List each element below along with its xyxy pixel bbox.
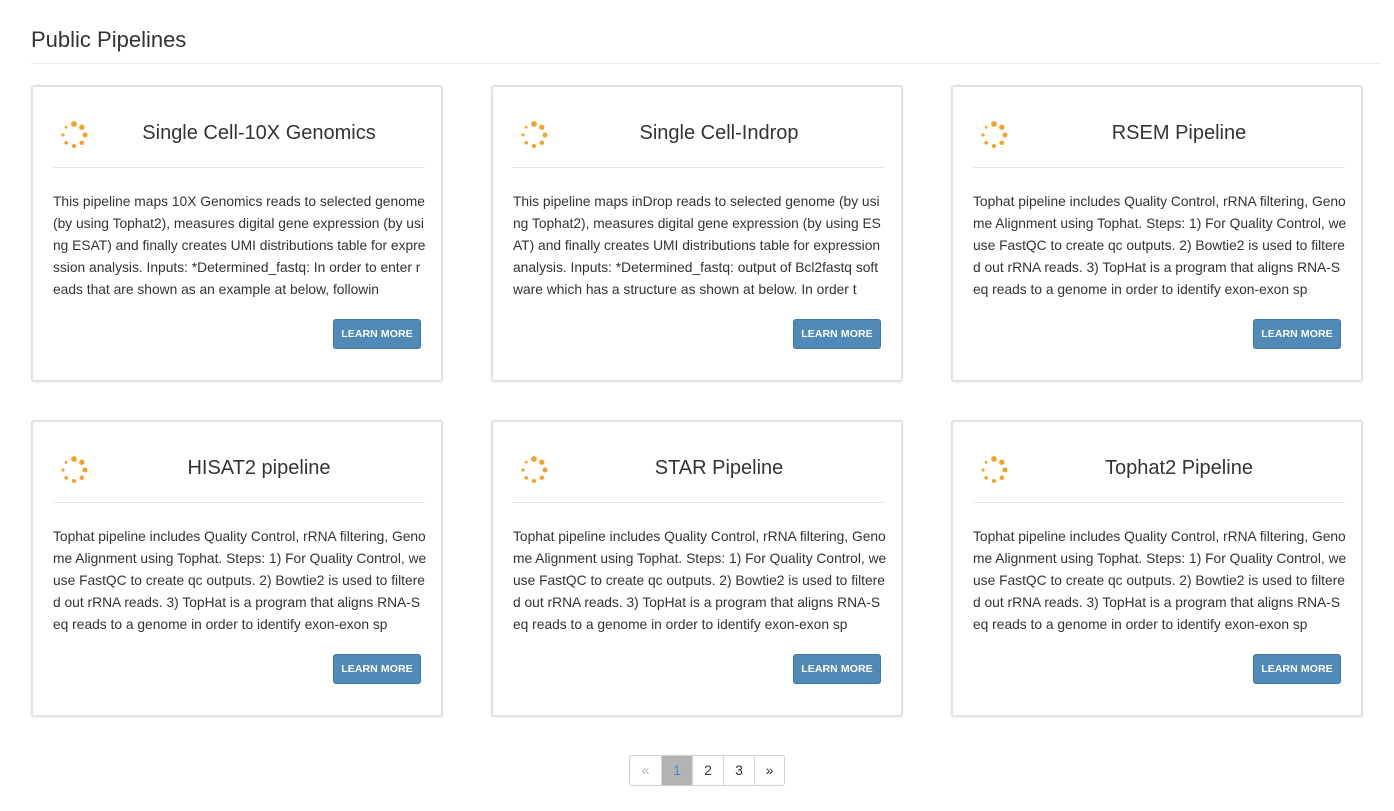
card-description: This pipeline maps 10X Genomics reads to… bbox=[53, 194, 426, 297]
spinner-dot bbox=[531, 143, 537, 149]
spinner-dot bbox=[71, 456, 77, 462]
pagination-prev[interactable]: « bbox=[630, 756, 661, 785]
learn-more-button[interactable]: LEARN MORE bbox=[333, 319, 421, 349]
pagination-page-3[interactable]: 3 bbox=[723, 756, 754, 785]
spinner-dot bbox=[999, 124, 1005, 130]
spinner-dot bbox=[521, 468, 525, 472]
page-title: Public Pipelines bbox=[31, 27, 187, 52]
spinner-dot bbox=[79, 140, 85, 146]
spinner-dot bbox=[79, 459, 85, 465]
pipeline-card: HISAT2 pipeline Tophat pipeline includes… bbox=[31, 420, 443, 717]
spinner-dot bbox=[64, 460, 68, 464]
spinner-icon-graphic bbox=[981, 456, 1008, 484]
card-title[interactable]: STAR Pipeline bbox=[553, 455, 885, 481]
spinner-icon bbox=[979, 120, 1009, 150]
pipeline-card: RSEM Pipeline Tophat pipeline includes Q… bbox=[951, 85, 1363, 382]
spinner-dot bbox=[71, 121, 77, 127]
spinner-icon bbox=[979, 455, 1009, 485]
title-divider bbox=[31, 63, 1381, 64]
spinner-dot bbox=[542, 467, 548, 473]
pipeline-card: STAR Pipeline Tophat pipeline includes Q… bbox=[491, 420, 903, 717]
spinner-dot bbox=[82, 467, 88, 473]
card-header: RSEM Pipeline bbox=[973, 113, 1345, 168]
spinner-dot bbox=[539, 459, 545, 465]
card-title[interactable]: HISAT2 pipeline bbox=[93, 455, 425, 481]
spinner-icon bbox=[59, 455, 89, 485]
learn-more-button[interactable]: LEARN MORE bbox=[793, 319, 881, 349]
pagination-page-1[interactable]: 1 bbox=[661, 756, 692, 785]
spinner-dot bbox=[981, 468, 985, 472]
pagination-next[interactable]: » bbox=[754, 756, 784, 785]
spinner-dot bbox=[64, 125, 68, 129]
card-description: Tophat pipeline includes Quality Control… bbox=[973, 529, 1347, 632]
learn-more-button[interactable]: LEARN MORE bbox=[793, 654, 881, 684]
learn-more-button[interactable]: LEARN MORE bbox=[1253, 319, 1341, 349]
spinner-dot bbox=[524, 460, 528, 464]
page: Public Pipelines Single Cell-10X Genomic… bbox=[0, 0, 1394, 811]
pagination-page-2[interactable]: 2 bbox=[692, 756, 723, 785]
pipeline-card: Single Cell-Indrop This pipeline maps in… bbox=[491, 85, 903, 382]
spinner-dot bbox=[524, 140, 529, 145]
spinner-dot bbox=[531, 456, 537, 462]
spinner-dot bbox=[71, 478, 77, 484]
spinner-dot bbox=[991, 121, 997, 127]
spinner-dot bbox=[64, 475, 69, 480]
pagination: « 1 2 3 » bbox=[629, 755, 785, 786]
learn-more-button[interactable]: LEARN MORE bbox=[1253, 654, 1341, 684]
spinner-dot bbox=[984, 475, 989, 480]
spinner-dot bbox=[542, 132, 548, 138]
card-description: This pipeline maps inDrop reads to selec… bbox=[513, 194, 881, 297]
card-description: Tophat pipeline includes Quality Control… bbox=[53, 529, 427, 632]
spinner-dot bbox=[524, 125, 528, 129]
spinner-dot bbox=[61, 133, 65, 137]
card-header: STAR Pipeline bbox=[513, 448, 885, 503]
spinner-icon-graphic bbox=[521, 121, 548, 149]
spinner-dot bbox=[71, 143, 77, 149]
card-title[interactable]: Single Cell-Indrop bbox=[553, 120, 885, 146]
card-title[interactable]: Single Cell-10X Genomics bbox=[93, 120, 425, 146]
pipeline-card: Tophat2 Pipeline Tophat pipeline include… bbox=[951, 420, 1363, 717]
spinner-icon-graphic bbox=[981, 121, 1008, 149]
spinner-dot bbox=[531, 121, 537, 127]
spinner-dot bbox=[1002, 467, 1008, 473]
spinner-dot bbox=[999, 140, 1005, 146]
card-title[interactable]: RSEM Pipeline bbox=[1013, 120, 1345, 146]
spinner-dot bbox=[82, 132, 88, 138]
spinner-dot bbox=[64, 140, 69, 145]
spinner-dot bbox=[61, 468, 65, 472]
spinner-dot bbox=[521, 133, 525, 137]
card-title[interactable]: Tophat2 Pipeline bbox=[1013, 455, 1345, 481]
spinner-dot bbox=[984, 140, 989, 145]
spinner-dot bbox=[999, 459, 1005, 465]
spinner-dot bbox=[981, 133, 985, 137]
spinner-dot bbox=[984, 125, 988, 129]
spinner-dot bbox=[531, 478, 537, 484]
card-header: HISAT2 pipeline bbox=[53, 448, 425, 503]
spinner-icon-graphic bbox=[521, 456, 548, 484]
spinner-dot bbox=[539, 475, 545, 481]
spinner-icon bbox=[59, 120, 89, 150]
card-header: Single Cell-Indrop bbox=[513, 113, 885, 168]
spinner-dot bbox=[999, 475, 1005, 481]
pipeline-card: Single Cell-10X Genomics This pipeline m… bbox=[31, 85, 443, 382]
spinner-icon bbox=[519, 455, 549, 485]
spinner-dot bbox=[79, 124, 85, 130]
spinner-dot bbox=[984, 460, 988, 464]
spinner-dot bbox=[991, 143, 997, 149]
card-header: Single Cell-10X Genomics bbox=[53, 113, 425, 168]
spinner-dot bbox=[524, 475, 529, 480]
card-description: Tophat pipeline includes Quality Control… bbox=[973, 194, 1347, 297]
spinner-dot bbox=[79, 475, 85, 481]
spinner-dot bbox=[991, 456, 997, 462]
spinner-dot bbox=[539, 124, 545, 130]
spinner-dot bbox=[1002, 132, 1008, 138]
card-header: Tophat2 Pipeline bbox=[973, 448, 1345, 503]
spinner-dot bbox=[991, 478, 997, 484]
spinner-icon-graphic bbox=[61, 121, 88, 149]
learn-more-button[interactable]: LEARN MORE bbox=[333, 654, 421, 684]
spinner-dot bbox=[539, 140, 545, 146]
spinner-icon-graphic bbox=[61, 456, 88, 484]
spinner-icon bbox=[519, 120, 549, 150]
card-description: Tophat pipeline includes Quality Control… bbox=[513, 529, 887, 632]
